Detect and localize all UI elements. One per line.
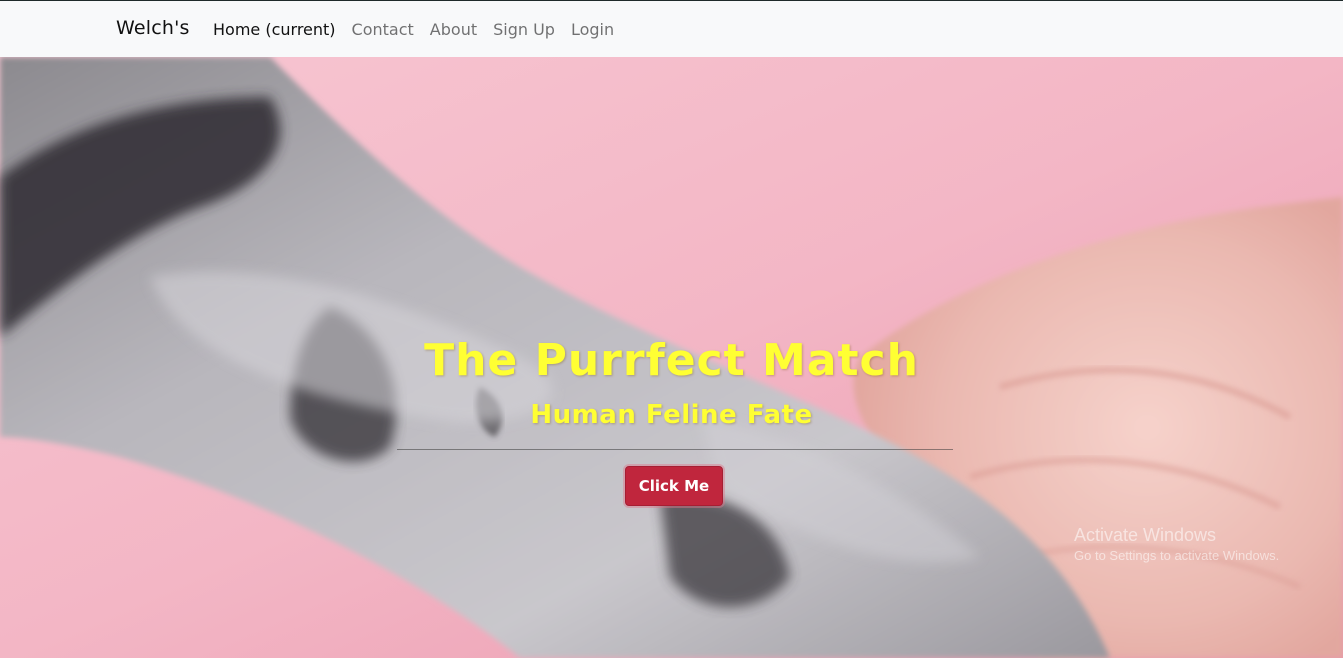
top-navbar: Welch's Home (current) Contact About Sig…: [0, 0, 1343, 57]
nav-link-contact[interactable]: Contact: [352, 20, 414, 39]
hero-divider: [397, 449, 953, 450]
nav-link-sign-up[interactable]: Sign Up: [493, 20, 555, 39]
hero-title: The Purrfect Match: [424, 335, 919, 386]
brand-logo-link[interactable]: Welch's: [116, 17, 190, 39]
hero-content: The Purrfect Match Human Feline Fate Cli…: [0, 57, 1343, 658]
click-me-button[interactable]: Click Me: [625, 466, 723, 506]
hero-section: The Purrfect Match Human Feline Fate Cli…: [0, 57, 1343, 658]
nav-link-about[interactable]: About: [430, 20, 477, 39]
hero-subtitle: Human Feline Fate: [530, 400, 813, 430]
nav-link-login[interactable]: Login: [571, 20, 614, 39]
nav-links: Home (current) Contact About Sign Up Log…: [213, 20, 630, 39]
nav-link-home[interactable]: Home (current): [213, 20, 336, 39]
